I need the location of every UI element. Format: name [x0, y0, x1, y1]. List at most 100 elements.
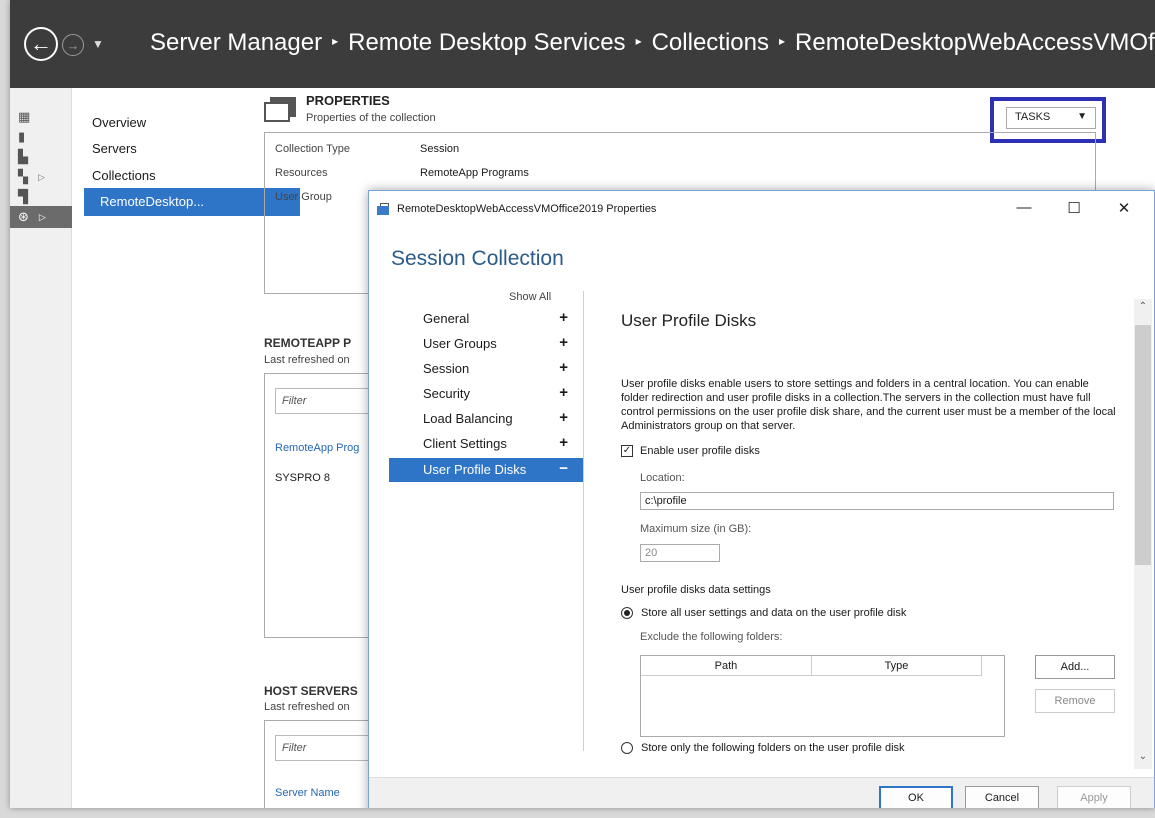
table-header-path[interactable]: Path — [641, 656, 812, 676]
dialog-footer: OK Cancel Apply — [369, 777, 1154, 808]
scrollbar-thumb[interactable] — [1135, 325, 1151, 565]
expand-icon: + — [559, 384, 568, 401]
exclude-folders-table[interactable]: Path Type — [640, 655, 1005, 737]
breadcrumb: Server Manager ▸ Remote Desktop Services ▸ C… — [150, 29, 1155, 57]
location-label: Location: — [640, 472, 685, 484]
section-heading: User Profile Disks — [621, 311, 757, 330]
property-value: Session — [420, 143, 460, 155]
breadcrumb-remote-desktop-services[interactable]: Remote Desktop Services — [348, 29, 625, 56]
store-all-label: Store all user settings and data on the … — [641, 607, 907, 619]
dialog-nav-user-groups[interactable]: User Groups + — [389, 332, 584, 356]
dialog-nav-load-balancing[interactable]: Load Balancing + — [389, 407, 584, 431]
radio-unselected-icon — [621, 742, 633, 754]
host-servers-title: HOST SERVERS — [264, 684, 358, 698]
max-size-input[interactable]: 20 — [640, 544, 720, 562]
scroll-down-icon[interactable]: ⌄ — [1134, 751, 1152, 762]
property-value: RemoteApp Programs — [420, 167, 529, 179]
ok-button[interactable]: OK — [879, 786, 953, 808]
dialog-title-bar[interactable]: RemoteDesktopWebAccessVMOffice2019 Prope… — [369, 191, 1154, 229]
back-arrow-icon[interactable]: ← — [24, 27, 58, 61]
server-manager-window: ← → ▼ Server Manager ▸ Remote Desktop Serv… — [10, 0, 1155, 808]
expand-icon: + — [559, 434, 568, 451]
expand-icon: + — [559, 334, 568, 351]
scroll-up-icon[interactable]: ⌃ — [1134, 301, 1152, 312]
forward-arrow-icon[interactable]: → — [62, 34, 84, 56]
dialog-nav-label: User Groups — [423, 336, 497, 351]
expand-icon: + — [559, 309, 568, 326]
file-storage-icon[interactable]: ▚ ▷ — [10, 166, 72, 188]
max-size-label: Maximum size (in GB): — [640, 523, 752, 535]
remote-desktop-app-icon — [377, 203, 391, 215]
vertical-scrollbar[interactable]: ⌃ ⌄ — [1134, 299, 1152, 769]
user-profile-disks-panel: User Profile Disks User profile disks en… — [601, 291, 1131, 761]
host-servers-column-header[interactable]: Server Name — [275, 787, 340, 799]
properties-title: PROPERTIES — [306, 93, 390, 108]
dialog-nav-general[interactable]: General + — [389, 307, 584, 331]
radio-selected-icon — [621, 607, 633, 619]
breadcrumb-collection-name[interactable]: RemoteDesktopWebAccessVMOffi — [795, 29, 1155, 56]
dialog-nav-security[interactable]: Security + — [389, 382, 584, 406]
enable-profile-disks-label: Enable user profile disks — [640, 445, 760, 457]
dialog-divider — [583, 291, 584, 751]
property-key: Resources — [275, 167, 328, 179]
store-all-radio[interactable]: Store all user settings and data on the … — [621, 607, 906, 619]
maximize-icon[interactable]: ☐ — [1059, 199, 1089, 221]
properties-icon — [264, 97, 296, 123]
table-header-type[interactable]: Type — [812, 656, 982, 676]
tasks-button[interactable]: TASKS ▼ — [1006, 107, 1096, 129]
tasks-label: TASKS — [1015, 111, 1051, 123]
location-input[interactable]: c:\profile — [640, 492, 1114, 510]
dialog-nav-user-profile-disks[interactable]: User Profile Disks − — [389, 458, 584, 482]
all-servers-icon[interactable]: ▙ — [10, 146, 72, 168]
nav-item-overview[interactable]: Overview — [92, 115, 146, 130]
expand-icon: + — [559, 359, 568, 376]
close-icon[interactable]: ✕ — [1109, 199, 1139, 221]
remove-button[interactable]: Remove — [1035, 689, 1115, 713]
collapse-icon: − — [559, 460, 568, 477]
property-key: User Group — [275, 191, 332, 203]
remoteapp-title: REMOTEAPP P — [264, 336, 352, 350]
store-only-radio[interactable]: Store only the following folders on the … — [621, 742, 905, 754]
dialog-nav-label: Load Balancing — [423, 411, 513, 426]
cancel-button[interactable]: Cancel — [965, 786, 1039, 808]
properties-subtitle: Properties of the collection — [306, 112, 436, 124]
show-all-link[interactable]: Show All — [509, 291, 551, 303]
dialog-nav-label: Client Settings — [423, 436, 507, 451]
remoteapp-column-header[interactable]: RemoteApp Prog — [275, 442, 359, 454]
breadcrumb-server-manager[interactable]: Server Manager — [150, 29, 322, 56]
minimize-icon[interactable]: — — [1009, 199, 1039, 221]
breadcrumb-collections[interactable]: Collections — [652, 29, 769, 56]
dialog-title: RemoteDesktopWebAccessVMOffice2019 Prope… — [397, 203, 657, 215]
dialog-nav-session[interactable]: Session + — [389, 357, 584, 381]
breadcrumb-separator-icon: ▸ — [635, 33, 642, 48]
nav-item-servers[interactable]: Servers — [92, 141, 137, 156]
local-server-icon[interactable]: ▮ — [10, 126, 72, 148]
table-row[interactable]: SYSPRO 8 — [275, 472, 330, 484]
dialog-nav-label: User Profile Disks — [423, 462, 527, 477]
icon-rail: ▦ ▮ ▙ ▚ ▷ ▜ ⊛ ▷ — [10, 88, 72, 808]
add-button[interactable]: Add... — [1035, 655, 1115, 679]
history-dropdown-icon[interactable]: ▼ — [92, 37, 104, 51]
dashboard-icon[interactable]: ▦ — [10, 106, 72, 128]
remoteapp-subtitle: Last refreshed on — [264, 354, 350, 366]
dialog-heading: Session Collection — [391, 247, 564, 270]
breadcrumb-separator-icon: ▸ — [332, 33, 339, 48]
dialog-nav-label: Session — [423, 361, 470, 376]
checkmark-icon: ✓ — [621, 445, 633, 457]
dialog-nav-label: General — [423, 311, 470, 326]
remote-desktop-services-icon[interactable]: ⊛ ▷ — [10, 206, 72, 228]
breadcrumb-separator-icon: ▸ — [778, 33, 786, 48]
collection-properties-dialog: RemoteDesktopWebAccessVMOffice2019 Prope… — [368, 190, 1155, 808]
title-bar: ← → ▼ Server Manager ▸ Remote Desktop Serv… — [10, 0, 1155, 88]
dialog-nav-label: Security — [423, 386, 470, 401]
dialog-nav-client-settings[interactable]: Client Settings + — [389, 432, 584, 456]
enable-profile-disks-checkbox[interactable]: ✓ Enable user profile disks — [621, 445, 760, 457]
caret-down-icon: ▼ — [1077, 111, 1087, 122]
exclude-folders-label: Exclude the following folders: — [640, 631, 783, 643]
apply-button[interactable]: Apply — [1057, 786, 1131, 808]
nav-item-collections[interactable]: Collections — [92, 168, 156, 183]
section-description: User profile disks enable users to store… — [621, 378, 1116, 432]
host-servers-box: Filter Server Name — [264, 720, 395, 808]
iis-icon[interactable]: ▜ — [10, 186, 72, 208]
property-key: Collection Type — [275, 143, 351, 155]
